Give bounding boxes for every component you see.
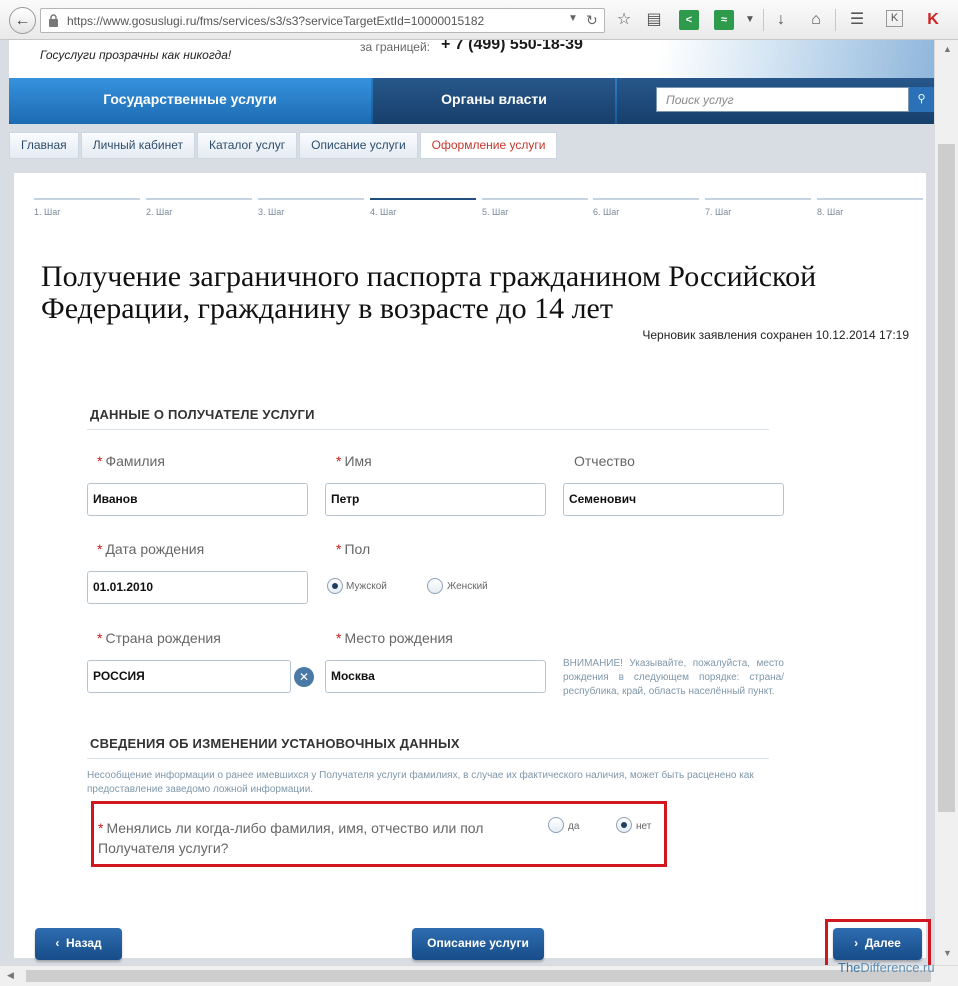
scroll-left-arrow-icon[interactable]: ◀ xyxy=(7,970,14,981)
page-viewport: Госуслуги прозрачны как никогда! за гран… xyxy=(9,40,934,965)
birth-country-field[interactable]: РОССИЯ xyxy=(87,660,291,693)
birthdate-label: * Дата рождения xyxy=(97,541,205,557)
back-arrow-icon[interactable]: ← xyxy=(9,7,36,34)
search-input[interactable]: Поиск услуг xyxy=(656,87,909,112)
next-button[interactable]: › Далее xyxy=(833,928,922,960)
step-6: 6. Шаг xyxy=(593,198,699,217)
draft-saved-status: Черновик заявления сохранен 10.12.2014 1… xyxy=(642,328,909,342)
hotline-phone: + 7 (499) 550-18-39 xyxy=(441,40,583,53)
birthdate-field[interactable]: 01.01.2010 xyxy=(87,571,308,604)
reload-icon[interactable]: ↻ xyxy=(586,12,598,29)
site-slogan: Госуслуги прозрачны как никогда! xyxy=(40,48,232,62)
watermark: TheDifference.ru xyxy=(838,960,935,975)
horizontal-scrollbar[interactable]: ◀ xyxy=(0,965,958,986)
step-8: 8. Шаг xyxy=(817,198,923,217)
sex-female-radio[interactable] xyxy=(427,578,443,594)
browser-toolbar: ← https://www.gosuslugi.ru/fms/services/… xyxy=(0,0,958,40)
breadcrumb: Главная Личный кабинет Каталог услуг Опи… xyxy=(9,132,559,159)
step-1: 1. Шаг xyxy=(34,198,140,217)
lock-icon xyxy=(49,14,58,27)
back-button[interactable]: ‹ Назад xyxy=(35,928,122,960)
required-mark: * xyxy=(98,820,104,836)
chevron-right-icon: › xyxy=(854,936,865,950)
birth-country-label: * Страна рождения xyxy=(97,630,221,646)
home-icon[interactable]: ⌂ xyxy=(806,10,826,30)
address-bar[interactable]: https://www.gosuslugi.ru/fms/services/s3… xyxy=(40,8,605,33)
toolbar-separator xyxy=(835,9,836,31)
reading-list-icon[interactable]: ▤ xyxy=(644,10,664,30)
required-mark: * xyxy=(336,541,342,557)
changed-no-label[interactable]: нет xyxy=(636,821,651,832)
share-icon[interactable]: < xyxy=(679,10,699,30)
scroll-up-arrow-icon[interactable]: ▲ xyxy=(943,44,952,54)
required-mark: * xyxy=(336,453,342,469)
birth-place-field[interactable]: Москва xyxy=(325,660,546,693)
page-title: Получение заграничного паспорта граждани… xyxy=(41,260,817,325)
required-mark: * xyxy=(336,630,342,646)
toolbar-separator xyxy=(763,9,764,31)
changes-section-heading: СВЕДЕНИЯ ОБ ИЗМЕНЕНИИ УСТАНОВОЧНЫХ ДАННЫ… xyxy=(90,736,460,751)
form-panel: 1. Шаг 2. Шаг 3. Шаг 4. Шаг 5. Шаг 6. Ша… xyxy=(14,173,931,965)
changed-yes-label[interactable]: да xyxy=(568,821,579,832)
dropdown-arrow-icon[interactable]: ▼ xyxy=(568,13,578,24)
scroll-down-arrow-icon[interactable]: ▼ xyxy=(943,948,952,958)
sex-label: * Пол xyxy=(336,541,371,557)
breadcrumb-catalog[interactable]: Каталог услуг xyxy=(196,132,298,159)
patronymic-label: Отчество xyxy=(574,453,635,469)
patronymic-field[interactable]: Семенович xyxy=(563,483,784,516)
step-progress: 1. Шаг 2. Шаг 3. Шаг 4. Шаг 5. Шаг 6. Ша… xyxy=(34,198,923,228)
surname-label: * Фамилия xyxy=(97,453,165,469)
main-nav: Государственные услуги Органы власти Пои… xyxy=(9,78,934,124)
service-description-button[interactable]: Описание услуги xyxy=(412,928,544,960)
required-mark: * xyxy=(97,453,103,469)
bookmark-star-icon[interactable]: ☆ xyxy=(614,10,634,30)
extension-icon[interactable]: ≈ xyxy=(714,10,734,30)
search-icon[interactable]: ⚲ xyxy=(909,87,934,112)
changed-yes-radio[interactable] xyxy=(548,817,564,833)
step-4-active: 4. Шаг xyxy=(370,198,476,217)
surname-field[interactable]: Иванов xyxy=(87,483,308,516)
section-divider xyxy=(87,429,769,430)
download-icon[interactable]: ↓ xyxy=(771,10,791,30)
horizontal-scroll-thumb[interactable] xyxy=(26,970,931,982)
step-5: 5. Шаг xyxy=(482,198,588,217)
menu-dropdown-icon[interactable]: ▼ xyxy=(740,10,760,30)
vertical-scroll-thumb[interactable] xyxy=(938,144,955,812)
site-header: Госуслуги прозрачны как никогда! за гран… xyxy=(9,40,934,78)
required-mark: * xyxy=(97,630,103,646)
breadcrumb-home[interactable]: Главная xyxy=(9,132,79,159)
nav-gov-services[interactable]: Государственные услуги xyxy=(9,78,371,124)
breadcrumb-cabinet[interactable]: Личный кабинет xyxy=(80,132,195,159)
url-text[interactable]: https://www.gosuslugi.ru/fms/services/s3… xyxy=(67,14,484,28)
search-area: Поиск услуг ⚲ xyxy=(617,78,934,124)
hamburger-menu-icon[interactable]: ☰ xyxy=(847,10,867,30)
breadcrumb-current: Оформление услуги xyxy=(419,132,558,159)
step-3: 3. Шаг xyxy=(258,198,364,217)
recipient-section-heading: ДАННЫЕ О ПОЛУЧАТЕЛЕ УСЛУГИ xyxy=(90,407,315,422)
birth-place-label: * Место рождения xyxy=(336,630,453,646)
name-label: * Имя xyxy=(336,453,372,469)
sex-female-label[interactable]: Женский xyxy=(447,581,488,592)
name-change-question: * Менялись ли когда-либо фамилия, имя, от… xyxy=(98,820,484,856)
changed-no-radio[interactable] xyxy=(616,817,632,833)
required-mark: * xyxy=(97,541,103,557)
breadcrumb-description[interactable]: Описание услуги xyxy=(299,132,418,159)
section-divider xyxy=(87,758,769,759)
step-7: 7. Шаг xyxy=(705,198,811,217)
step-2: 2. Шаг xyxy=(146,198,252,217)
sex-male-label[interactable]: Мужской xyxy=(346,581,387,592)
changes-disclaimer: Несообщение информации о ранее имевшихся… xyxy=(87,770,754,795)
name-field[interactable]: Петр xyxy=(325,483,546,516)
clear-x-icon[interactable]: ✕ xyxy=(294,667,314,687)
vertical-scrollbar[interactable]: ▲ ▼ xyxy=(934,40,958,965)
abroad-label: за границей: xyxy=(360,40,431,54)
sex-male-radio[interactable] xyxy=(327,578,343,594)
chevron-left-icon: ‹ xyxy=(55,936,67,950)
kaspersky-icon[interactable]: K xyxy=(886,10,903,27)
birth-place-note: ВНИМАНИЕ! Указывайте, пожалуйста, место … xyxy=(563,658,784,697)
kaspersky-red-icon[interactable]: K xyxy=(923,10,943,30)
nav-authorities[interactable]: Органы власти xyxy=(373,78,615,124)
